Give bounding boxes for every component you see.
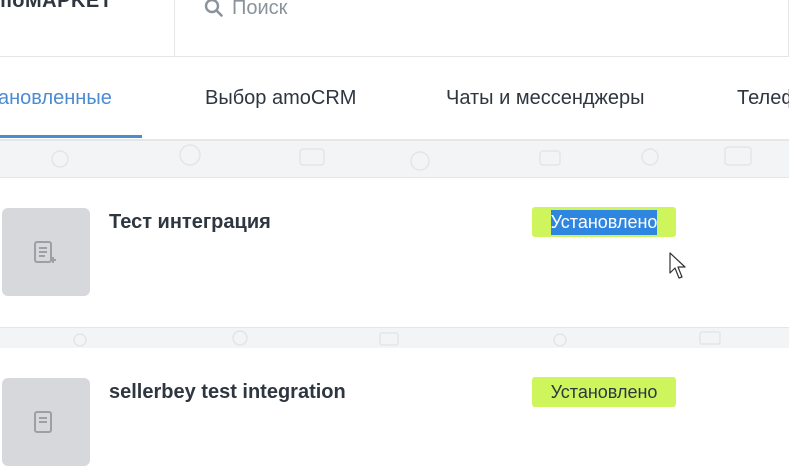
top-header: moMAPKET Поиск bbox=[0, 0, 789, 57]
search-placeholder[interactable]: Поиск bbox=[232, 0, 287, 20]
mouse-cursor-icon bbox=[669, 252, 686, 279]
active-tab-underline bbox=[0, 135, 142, 138]
section-divider-band bbox=[0, 140, 789, 178]
tab-telephony[interactable]: Телеф bbox=[737, 87, 789, 110]
tab-installed[interactable]: ановленные bbox=[0, 87, 112, 110]
status-badge: Установлено bbox=[532, 377, 676, 407]
tab-amocrm-choice[interactable]: Выбор amoCRM bbox=[205, 87, 356, 110]
integration-row[interactable]: sellerbey test integration Установлено bbox=[0, 348, 789, 466]
search-icon bbox=[204, 0, 223, 17]
section-divider-band bbox=[0, 327, 789, 349]
integration-thumbnail bbox=[2, 208, 90, 296]
status-badge: Установлено bbox=[532, 207, 676, 237]
tab-chats-messengers[interactable]: Чаты и мессенджеры bbox=[446, 87, 645, 110]
category-tabs: ановленные Выбор amoCRM Чаты и мессендже… bbox=[0, 57, 789, 140]
brand-logo-text[interactable]: moMAPKET bbox=[0, 0, 112, 13]
integration-title[interactable]: Тест интеграция bbox=[109, 211, 271, 234]
integration-thumbnail bbox=[2, 378, 90, 466]
status-badge-label: Установлено bbox=[550, 381, 658, 402]
integration-title[interactable]: sellerbey test integration bbox=[109, 381, 346, 404]
document-icon bbox=[34, 241, 56, 263]
search-box[interactable]: Поиск bbox=[204, 0, 287, 22]
document-icon bbox=[34, 411, 52, 433]
header-divider bbox=[174, 0, 175, 56]
status-badge-label: Установлено bbox=[550, 209, 658, 235]
